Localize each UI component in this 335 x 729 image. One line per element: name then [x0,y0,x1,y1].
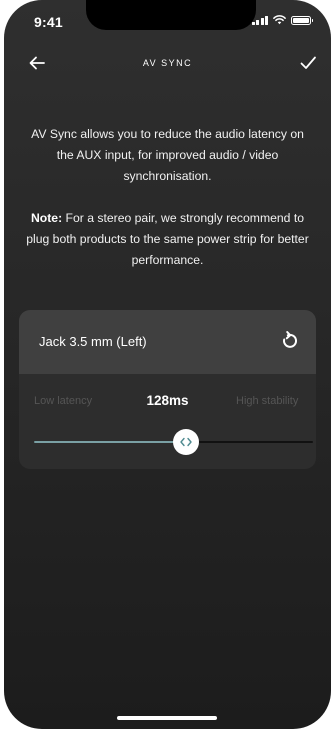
input-name: Jack 3.5 mm (Left) [39,334,147,349]
latency-labels-row: Low latency 128ms High stability [19,392,316,412]
note-text: For a stereo pair, we strongly recommend… [26,211,309,267]
note-label: Note: [31,211,63,225]
latency-card-header: Jack 3.5 mm (Left) [19,310,316,374]
battery-icon [291,15,313,25]
checkmark-icon[interactable] [297,52,319,74]
device-notch [86,0,256,30]
latency-slider[interactable] [34,429,313,455]
wifi-icon [273,15,286,25]
cellular-signal-icon [251,15,268,25]
av-sync-description: AV Sync allows you to reduce the audio l… [31,127,304,183]
slider-track-fill [34,441,186,443]
home-indicator[interactable] [117,716,217,720]
page-title: AV SYNC [142,58,193,68]
app-screen: 9:41 AV SYNC AV Sync allows you to reduc… [4,0,331,729]
navigation-bar: AV SYNC [4,48,331,76]
slider-thumb[interactable] [173,429,199,455]
device-frame: 9:41 AV SYNC AV Sync allows you to reduc… [0,0,335,729]
latency-card: Jack 3.5 mm (Left) Low latency 128ms Hig… [19,310,316,469]
reset-icon[interactable] [277,329,301,353]
status-icons [251,15,313,25]
status-time: 9:41 [34,14,63,30]
stereo-pair-note: Note: For a stereo pair, we strongly rec… [22,208,313,271]
chevron-left-right-icon [180,437,192,447]
high-stability-label: High stability [236,395,299,407]
